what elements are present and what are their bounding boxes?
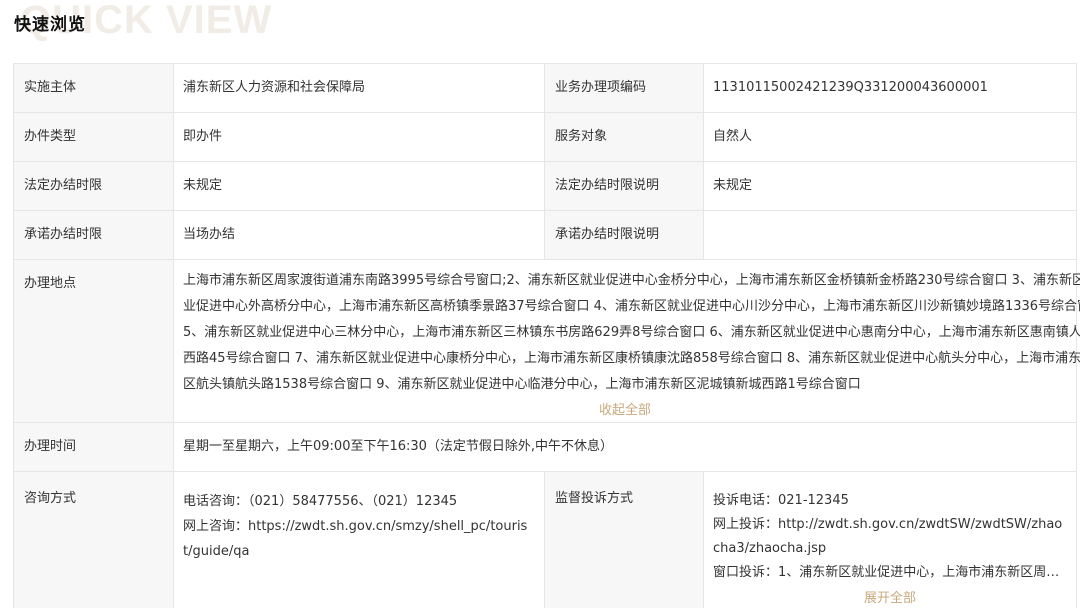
item-code-value: 11310115002421239Q331200043600001 xyxy=(703,63,1077,113)
location-line: 上海市浦东新区周家渡街道浦东南路3995号综合号窗口;2、浦东新区就业促进中心金… xyxy=(183,273,1080,288)
location-text: 上海市浦东新区周家渡街道浦东南路3995号综合号窗口;2、浦东新区就业促进中心金… xyxy=(183,268,1080,398)
collapse-all-link[interactable]: 收起全部 xyxy=(183,401,1067,421)
table-row: 承诺办结时限 当场办结 承诺办结时限说明 xyxy=(13,210,1077,260)
table-row: 办理时间 星期一至星期六，上午09:00至下午16:30（法定节假日除外,中午不… xyxy=(13,422,1077,472)
consult-phone: 电话咨询：（021）58477556、（021）12345 xyxy=(183,494,458,509)
expand-all-link[interactable]: 展开全部 xyxy=(713,587,1067,608)
impl-subject-value: 浦东新区人力资源和社会保障局 xyxy=(173,63,545,113)
location-line: 业促进中心外高桥分中心，上海市浦东新区高桥镇季景路37号综合窗口 4、浦东新区就… xyxy=(183,299,1080,314)
impl-subject-label: 实施主体 xyxy=(13,63,174,113)
legal-limit-note-label: 法定办结时限说明 xyxy=(544,161,704,211)
table-row: 实施主体 浦东新区人力资源和社会保障局 业务办理项编码 113101150024… xyxy=(13,63,1077,113)
consult-label: 咨询方式 xyxy=(13,471,174,608)
complaint-phone: 投诉电话：021-12345 xyxy=(713,493,849,508)
complaint-value: 投诉电话：021-12345 网上投诉：http://zwdt.sh.gov.c… xyxy=(703,471,1077,608)
page-title: 快速浏览 xyxy=(14,15,86,35)
table-row: 法定办结时限 未规定 法定办结时限说明 未规定 xyxy=(13,161,1077,211)
table-row: 办理地点 上海市浦东新区周家渡街道浦东南路3995号综合号窗口;2、浦东新区就业… xyxy=(13,259,1080,423)
target-value: 自然人 xyxy=(703,112,1077,162)
legal-limit-label: 法定办结时限 xyxy=(13,161,174,211)
legal-limit-value: 未规定 xyxy=(173,161,545,211)
type-label: 办件类型 xyxy=(13,112,174,162)
location-line: 5、浦东新区就业促进中心三林分中心，上海市浦东新区三林镇东书房路629弄8号综合… xyxy=(183,325,1080,340)
promise-limit-value: 当场办结 xyxy=(173,210,545,260)
consult-value: 电话咨询：（021）58477556、（021）12345 网上咨询：https… xyxy=(173,471,545,608)
location-label: 办理地点 xyxy=(13,259,174,423)
location-value: 上海市浦东新区周家渡街道浦东南路3995号综合号窗口;2、浦东新区就业促进中心金… xyxy=(173,259,1080,423)
quick-view-page: QUICK VIEW 快速浏览 实施主体 浦东新区人力资源和社会保障局 业务办理… xyxy=(0,0,1080,608)
info-table: 实施主体 浦东新区人力资源和社会保障局 业务办理项编码 113101150024… xyxy=(13,63,1080,608)
promise-limit-label: 承诺办结时限 xyxy=(13,210,174,260)
table-row: 办件类型 即办件 服务对象 自然人 xyxy=(13,112,1077,162)
hours-value: 星期一至星期六，上午09:00至下午16:30（法定节假日除外,中午不休息） xyxy=(173,422,1077,472)
consult-online-link[interactable]: 网上咨询：https://zwdt.sh.gov.cn/smzy/shell_p… xyxy=(183,514,535,564)
complaint-label: 监督投诉方式 xyxy=(544,471,704,608)
location-line: 区航头镇航头路1538号综合窗口 9、浦东新区就业促进中心临港分中心，上海市浦东… xyxy=(183,377,861,392)
promise-limit-note-label: 承诺办结时限说明 xyxy=(544,210,704,260)
legal-limit-note-value: 未规定 xyxy=(703,161,1077,211)
complaint-online-link[interactable]: 网上投诉：http://zwdt.sh.gov.cn/zwdtSW/zwdtSW… xyxy=(713,513,1067,561)
table-row: 咨询方式 电话咨询：（021）58477556、（021）12345 网上咨询：… xyxy=(13,471,1077,608)
location-line: 西路45号综合窗口 7、浦东新区就业促进中心康桥分中心，上海市浦东新区康桥镇康沈… xyxy=(183,351,1080,366)
complaint-window: 窗口投诉：1、浦东新区就业促进中心，上海市浦东新区周家... xyxy=(713,565,1067,580)
target-label: 服务对象 xyxy=(544,112,704,162)
item-code-label: 业务办理项编码 xyxy=(544,63,704,113)
type-value: 即办件 xyxy=(173,112,545,162)
promise-limit-note-value xyxy=(703,210,1077,260)
hours-label: 办理时间 xyxy=(13,422,174,472)
